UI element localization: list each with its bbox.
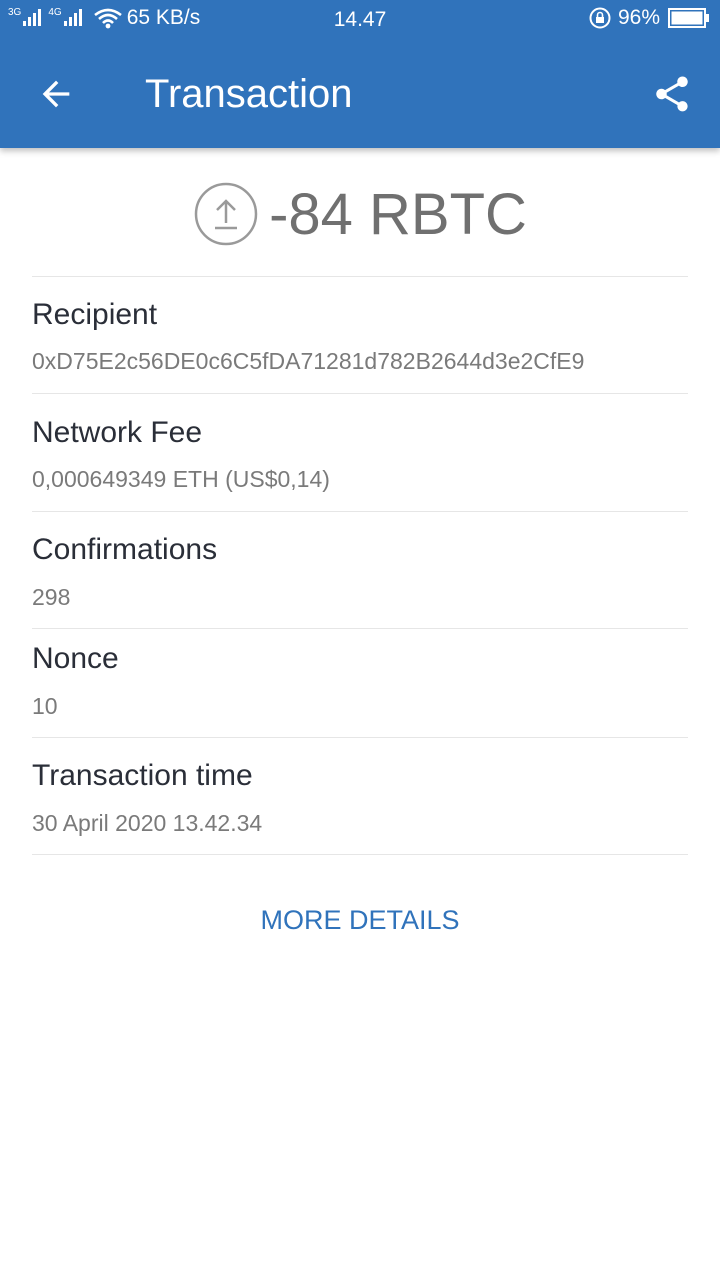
divider bbox=[32, 737, 688, 738]
nonce-label: Nonce bbox=[32, 642, 119, 675]
network-fee-label: Network Fee bbox=[32, 416, 203, 449]
status-bar: 3G 4G 65 KB/s 14.47 96% bbox=[0, 0, 720, 38]
divider bbox=[32, 276, 688, 277]
status-right: 96% bbox=[588, 6, 710, 30]
nonce-value: 10 bbox=[32, 693, 58, 719]
more-details-button[interactable]: MORE DETAILS bbox=[0, 905, 720, 936]
battery-icon bbox=[668, 8, 709, 28]
recipient-value: 0xD75E2c56DE0c6C5fDA71281d782B2644d3e2Cf… bbox=[32, 348, 585, 374]
back-button[interactable] bbox=[30, 68, 82, 120]
confirmations-label: Confirmations bbox=[32, 533, 218, 566]
divider bbox=[32, 628, 688, 629]
transaction-time-value: 30 April 2020 13.42.34 bbox=[32, 810, 263, 836]
network-fee-value: 0,000649349 ETH (US$0,14) bbox=[32, 466, 330, 492]
upload-arrow-circle-icon bbox=[194, 182, 258, 246]
top-bar: 3G 4G 65 KB/s 14.47 96% Transaction bbox=[0, 0, 720, 148]
divider bbox=[32, 854, 688, 855]
amount-row: -84 RBTC bbox=[0, 178, 720, 250]
share-button[interactable] bbox=[646, 68, 698, 120]
divider bbox=[32, 393, 688, 394]
recipient-label: Recipient bbox=[32, 298, 158, 331]
confirmations-value: 298 bbox=[32, 584, 71, 610]
arrow-back-icon bbox=[42, 80, 70, 108]
transaction-time-label: Transaction time bbox=[32, 759, 253, 792]
battery-percent: 96% bbox=[617, 6, 660, 29]
share-icon bbox=[656, 76, 688, 112]
app-bar: Transaction bbox=[0, 38, 720, 148]
transaction-amount: -84 RBTC bbox=[269, 181, 527, 247]
rotation-lock-icon bbox=[589, 7, 611, 29]
page-title: Transaction bbox=[145, 72, 353, 116]
divider bbox=[32, 511, 688, 512]
